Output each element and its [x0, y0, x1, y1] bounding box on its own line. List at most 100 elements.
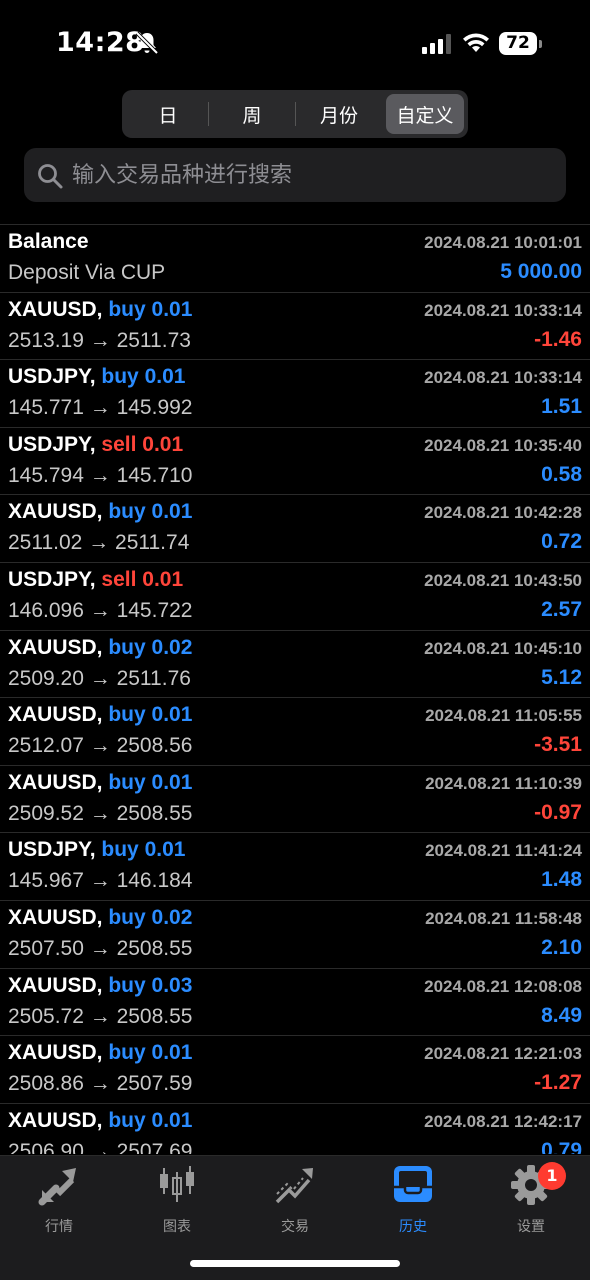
battery-indicator: 72	[499, 32, 543, 56]
deal-volume: 0.02	[151, 905, 193, 929]
deal-symbol-line: USDJPY, buy 0.01	[8, 838, 185, 862]
deal-row[interactable]: XAUUSD, buy 0.01 2513.19 → 2511.73 2024.08…	[0, 293, 590, 361]
deal-row[interactable]: XAUUSD, buy 0.02 2507.50 → 2508.55 2024.08…	[0, 901, 590, 969]
status-time: 14:28	[56, 27, 145, 58]
deal-prices: 2505.72 → 2508.55	[8, 1004, 193, 1028]
deal-row[interactable]: XAUUSD, buy 0.01 2512.07 → 2508.56 2024.08…	[0, 698, 590, 766]
deal-volume: 0.01	[142, 432, 184, 456]
search-icon	[38, 164, 63, 189]
symbol-search-bar	[24, 148, 566, 202]
deal-side: buy	[108, 635, 146, 659]
deal-prices: 145.967 → 146.184	[8, 869, 193, 893]
deal-symbol-line: XAUUSD, buy 0.02	[8, 906, 192, 930]
tab-trade-label: 交易	[281, 1219, 309, 1235]
deal-history-list[interactable]: Balance Deposit Via CUP 2024.08.21 10:01:0…	[0, 224, 590, 1154]
deal-row[interactable]: XAUUSD, buy 0.03 2505.72 → 2508.55 2024.08…	[0, 969, 590, 1037]
tab-quotes[interactable]: 行情	[0, 1164, 118, 1235]
period-tab-month[interactable]: 月份	[296, 94, 382, 134]
deal-side: buy	[108, 297, 146, 321]
battery-nub	[539, 40, 542, 48]
symbol-search-input[interactable]	[72, 148, 552, 202]
deal-symbol-line: XAUUSD, buy 0.01	[8, 1041, 192, 1065]
deal-row[interactable]: USDJPY, sell 0.01 146.096 → 145.722 2024.0…	[0, 563, 590, 631]
deal-side: buy	[108, 500, 146, 524]
deal-symbol-line: USDJPY, sell 0.01	[8, 568, 183, 592]
deal-profit: 2.10	[541, 935, 582, 959]
deal-row[interactable]: USDJPY, sell 0.01 145.794 → 145.710 2024.0…	[0, 428, 590, 496]
deal-side: buy	[101, 365, 139, 389]
deal-side: sell	[101, 432, 137, 456]
deal-symbol: USDJPY,	[8, 838, 96, 862]
deal-profit: 0.79	[541, 1138, 582, 1154]
deal-symbol-line: XAUUSD, buy 0.01	[8, 703, 192, 727]
deal-prices: 2509.52 → 2508.55	[8, 801, 193, 825]
tab-trade[interactable]: 交易	[236, 1164, 354, 1235]
deal-symbol-line: USDJPY, buy 0.01	[8, 365, 185, 389]
deal-row[interactable]: XAUUSD, buy 0.01 2508.86 → 2507.59 2024.08…	[0, 1036, 590, 1104]
tab-history-label: 历史	[399, 1219, 427, 1235]
deal-prices: Deposit Via CUP	[8, 261, 166, 284]
deal-profit: 1.51	[541, 395, 582, 419]
deal-row[interactable]: XAUUSD, buy 0.02 2509.20 → 2511.76 2024.08…	[0, 631, 590, 699]
deal-profit: 0.58	[541, 462, 582, 486]
deal-symbol-line: XAUUSD, buy 0.01	[8, 771, 192, 795]
deal-symbol: XAUUSD,	[8, 635, 103, 659]
period-tab-week[interactable]: 周	[209, 94, 295, 134]
deal-volume: 0.01	[151, 703, 193, 727]
deal-side: sell	[101, 567, 137, 591]
period-tab-day[interactable]: 日	[128, 94, 208, 134]
home-indicator[interactable]	[190, 1260, 400, 1267]
bell-muted-icon	[135, 31, 159, 55]
deal-time: 2024.08.21 12:42:17	[424, 1111, 582, 1131]
period-tab-custom[interactable]: 自定义	[386, 94, 464, 134]
deal-prices: 2508.86 → 2507.59	[8, 1072, 193, 1096]
tab-settings-label: 设置	[517, 1219, 545, 1235]
deal-row[interactable]: XAUUSD, buy 0.01 2506.90 → 2507.69 2024.08…	[0, 1104, 590, 1154]
tab-charts[interactable]: 图表	[118, 1164, 236, 1235]
deal-prices: 145.771 → 145.992	[8, 396, 193, 420]
deal-row[interactable]: XAUUSD, buy 0.01 2509.52 → 2508.55 2024.08…	[0, 766, 590, 834]
deal-profit: 1.48	[541, 868, 582, 892]
deal-prices: 2507.50 → 2508.55	[8, 936, 193, 960]
deal-volume: 0.01	[144, 365, 186, 389]
status-bar: 14:28 72	[0, 0, 590, 88]
tab-history[interactable]: 历史	[354, 1164, 472, 1235]
deal-time: 2024.08.21 10:01:01	[424, 233, 582, 252]
deal-time: 2024.08.21 10:42:28	[424, 503, 582, 523]
deal-row[interactable]: Balance Deposit Via CUP 2024.08.21 10:01:0…	[0, 225, 590, 293]
deal-symbol-line: USDJPY, sell 0.01	[8, 433, 183, 457]
deal-side: buy	[108, 905, 146, 929]
deal-volume: 0.01	[151, 1108, 193, 1132]
trade-trend-icon	[275, 1168, 313, 1204]
deal-time: 2024.08.21 10:33:14	[424, 368, 582, 388]
deal-profit: 5.12	[541, 665, 582, 689]
deal-row[interactable]: XAUUSD, buy 0.01 2511.02 → 2511.74 2024.08…	[0, 495, 590, 563]
tab-settings[interactable]: 设置 1	[472, 1162, 590, 1235]
deal-prices: 145.794 → 145.710	[8, 463, 193, 487]
deal-symbol: USDJPY,	[8, 365, 96, 389]
quotes-arrows-icon	[38, 1168, 76, 1206]
deal-prices: 2511.02 → 2511.74	[8, 531, 190, 555]
deal-prices: 2512.07 → 2508.56	[8, 734, 193, 758]
deal-time: 2024.08.21 11:05:55	[425, 706, 582, 726]
deal-time: 2024.08.21 10:35:40	[424, 435, 582, 455]
deal-row[interactable]: USDJPY, buy 0.01 145.967 → 146.184 2024.08…	[0, 833, 590, 901]
candlestick-chart-icon	[160, 1166, 194, 1202]
deal-symbol: XAUUSD,	[8, 905, 103, 929]
deal-prices: 2513.19 → 2511.73	[8, 328, 191, 352]
battery-level: 72	[499, 32, 537, 55]
deal-profit: 2.57	[541, 597, 582, 621]
deal-time: 2024.08.21 10:43:50	[424, 570, 582, 590]
deal-volume: 0.01	[151, 297, 193, 321]
deal-prices: 146.096 → 145.722	[8, 598, 193, 622]
deal-symbol-line: XAUUSD, buy 0.01	[8, 1109, 192, 1133]
deal-symbol: XAUUSD,	[8, 500, 103, 524]
deal-time: 2024.08.21 12:21:03	[424, 1044, 582, 1064]
deal-profit: -3.51	[534, 733, 582, 757]
deal-symbol: XAUUSD,	[8, 973, 103, 997]
deal-volume: 0.01	[151, 500, 193, 524]
deal-time: 2024.08.21 11:58:48	[425, 908, 582, 928]
deal-time: 2024.08.21 12:08:08	[424, 976, 582, 996]
deal-row[interactable]: USDJPY, buy 0.01 145.771 → 145.992 2024.08…	[0, 360, 590, 428]
deal-side: buy	[101, 838, 139, 862]
